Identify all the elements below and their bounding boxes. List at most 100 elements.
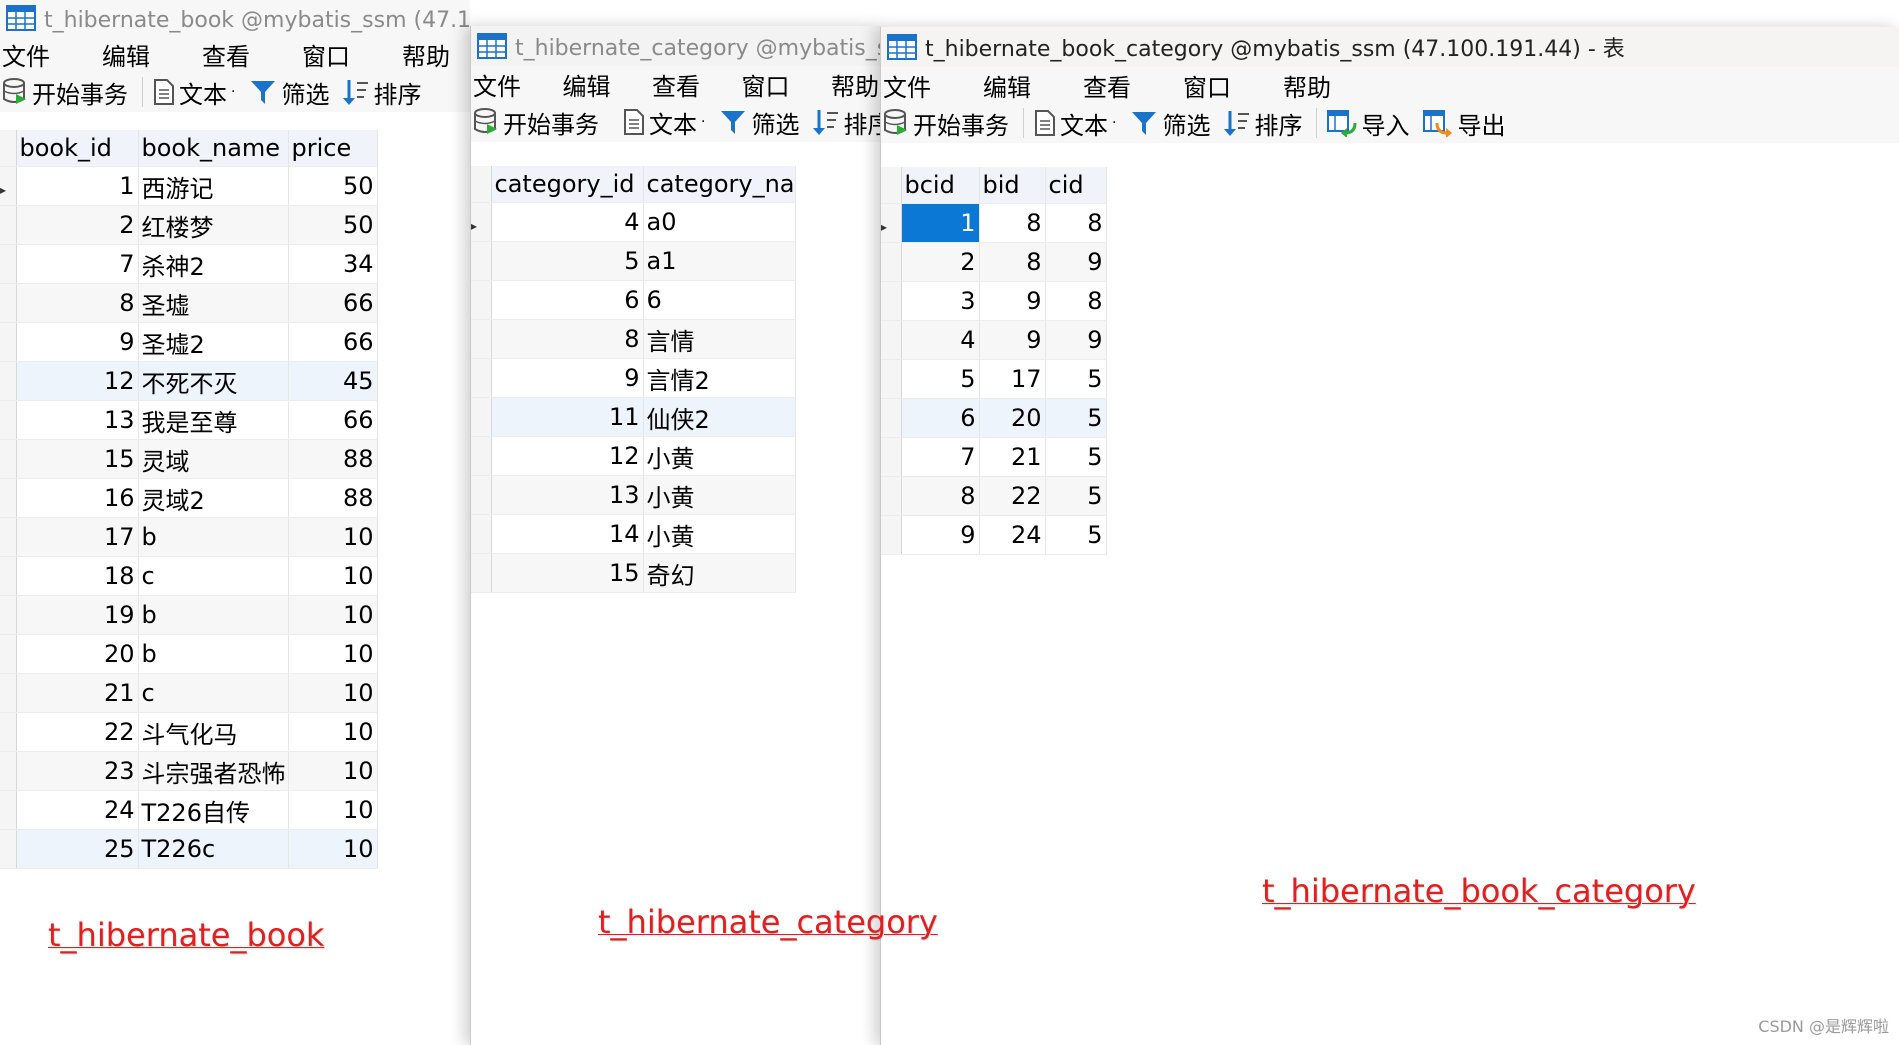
table-cell[interactable]: 8	[491, 319, 644, 359]
table-row[interactable]: 12 小黄	[471, 436, 796, 476]
window-title-bar[interactable]: t_hibernate_book @mybatis_ssm (47.100.19…	[0, 0, 470, 36]
row-indicator[interactable]	[0, 595, 17, 635]
table-cell[interactable]: 22	[979, 476, 1046, 516]
table-cell[interactable]: 24	[979, 515, 1046, 555]
row-indicator[interactable]	[0, 400, 17, 440]
table-cell[interactable]: 斗宗强者恐怖!	[138, 751, 289, 791]
table-cell[interactable]: 8	[1045, 281, 1107, 321]
table-cell[interactable]: 小黄	[643, 475, 796, 515]
table-cell[interactable]: 9	[16, 322, 139, 362]
table-row[interactable]: 19 b 10	[0, 595, 378, 635]
table-row[interactable]: ▸ 4 a0	[471, 202, 796, 242]
table-cell[interactable]: 10	[288, 790, 378, 830]
row-indicator[interactable]	[881, 398, 902, 438]
table-cell[interactable]: 10	[288, 517, 378, 557]
table-cell[interactable]: 10	[288, 556, 378, 596]
row-indicator[interactable]	[471, 241, 492, 281]
row-indicator[interactable]	[471, 553, 492, 593]
table-cell[interactable]: b	[138, 517, 289, 557]
table-cell[interactable]: 19	[16, 595, 139, 635]
begin-transaction-button[interactable]: 开始事务	[473, 105, 599, 140]
column-header[interactable]: book_id	[16, 130, 139, 167]
table-cell[interactable]: 2	[901, 242, 980, 282]
table-cell[interactable]: 12	[491, 436, 644, 476]
table-cell[interactable]: 10	[288, 712, 378, 752]
filter-button[interactable]: 筛选	[249, 75, 329, 110]
menu-file[interactable]: 文件	[881, 68, 933, 103]
table-cell[interactable]: 66	[288, 283, 378, 323]
table-cell[interactable]: 灵域	[138, 439, 289, 479]
menu-edit[interactable]: 编辑	[100, 37, 152, 72]
table-cell[interactable]: 4	[491, 202, 644, 242]
row-indicator[interactable]: ▸	[0, 166, 17, 206]
column-header[interactable]: category_name	[643, 166, 796, 203]
table-cell[interactable]: 5	[1045, 476, 1107, 516]
row-indicator[interactable]	[471, 475, 492, 515]
sort-button[interactable]: 排序	[1224, 106, 1302, 141]
column-header[interactable]: cid	[1045, 167, 1107, 204]
table-cell[interactable]: 20	[16, 634, 139, 674]
table-cell[interactable]: 10	[288, 595, 378, 635]
table-row[interactable]: 21 c 10	[0, 673, 378, 713]
table-cell[interactable]: 14	[491, 514, 644, 554]
row-indicator[interactable]	[0, 673, 17, 713]
row-indicator[interactable]	[881, 437, 902, 477]
table-row[interactable]: 12 不死不灭 45	[0, 361, 378, 401]
table-cell[interactable]: 13	[491, 475, 644, 515]
table-cell[interactable]: 34	[288, 244, 378, 284]
text-button[interactable]: 文本 ·	[153, 75, 235, 110]
text-button[interactable]: 文本 ·	[623, 105, 705, 140]
table-cell[interactable]: 8	[1045, 203, 1107, 243]
table-cell[interactable]: b	[138, 595, 289, 635]
row-indicator[interactable]	[881, 281, 902, 321]
table-cell[interactable]: 24	[16, 790, 139, 830]
table-cell[interactable]: 西游记	[138, 166, 289, 206]
table-row[interactable]: 8 言情	[471, 319, 796, 359]
table-cell[interactable]: 5	[901, 359, 980, 399]
table-cell[interactable]: 45	[288, 361, 378, 401]
table-row[interactable]: 8 22 5	[881, 476, 1107, 516]
table-cell[interactable]: c	[138, 556, 289, 596]
table-row[interactable]: 15 奇幻	[471, 553, 796, 593]
row-indicator[interactable]	[0, 829, 17, 869]
table-row[interactable]: 22 斗气化马 10	[0, 712, 378, 752]
table-cell[interactable]: c	[138, 673, 289, 713]
row-indicator[interactable]	[0, 478, 17, 518]
table-cell[interactable]: 灵域2	[138, 478, 289, 518]
menu-view[interactable]: 查看	[200, 37, 252, 72]
table-cell[interactable]: 17	[16, 517, 139, 557]
table-cell[interactable]: 杀神2	[138, 244, 289, 284]
table-cell[interactable]: 8	[901, 476, 980, 516]
column-header[interactable]: price	[288, 130, 378, 167]
row-indicator[interactable]: ▸	[471, 202, 492, 242]
table-cell[interactable]: 9	[979, 281, 1046, 321]
table-cell[interactable]: 9	[1045, 320, 1107, 360]
table-cell[interactable]: 圣墟	[138, 283, 289, 323]
column-header[interactable]: category_id	[491, 166, 644, 203]
row-indicator[interactable]	[881, 320, 902, 360]
table-cell[interactable]: 红楼梦	[138, 205, 289, 245]
column-header[interactable]: bid	[979, 167, 1046, 204]
row-indicator[interactable]	[0, 322, 17, 362]
table-row[interactable]: 2 红楼梦 50	[0, 205, 378, 245]
table-cell[interactable]: a1	[643, 241, 796, 281]
import-button[interactable]: 导入	[1327, 106, 1409, 141]
table-cell[interactable]: 2	[16, 205, 139, 245]
row-indicator[interactable]	[471, 514, 492, 554]
table-row[interactable]: 14 小黄	[471, 514, 796, 554]
table-cell[interactable]: 22	[16, 712, 139, 752]
table-cell[interactable]: 10	[288, 751, 378, 791]
column-header[interactable]: bcid	[901, 167, 980, 204]
table-cell[interactable]: 6	[491, 280, 644, 320]
menu-view[interactable]: 查看	[1081, 68, 1133, 103]
row-indicator[interactable]	[0, 205, 17, 245]
table-cell[interactable]: 圣墟2	[138, 322, 289, 362]
table-cell[interactable]: b	[138, 634, 289, 674]
row-indicator[interactable]	[0, 556, 17, 596]
table-row[interactable]: 11 仙侠2	[471, 397, 796, 437]
table-cell[interactable]: 5	[1045, 398, 1107, 438]
table-row[interactable]: 5 a1	[471, 241, 796, 281]
data-grid[interactable]: bcid bid cid ▸ 1 8 8 2 8 9 3 9 8 4 9 9 5 17 5 6 20 5 7 21 5 8 2…	[881, 167, 1107, 555]
table-cell[interactable]: 17	[979, 359, 1046, 399]
table-row[interactable]: 66	[471, 280, 796, 320]
